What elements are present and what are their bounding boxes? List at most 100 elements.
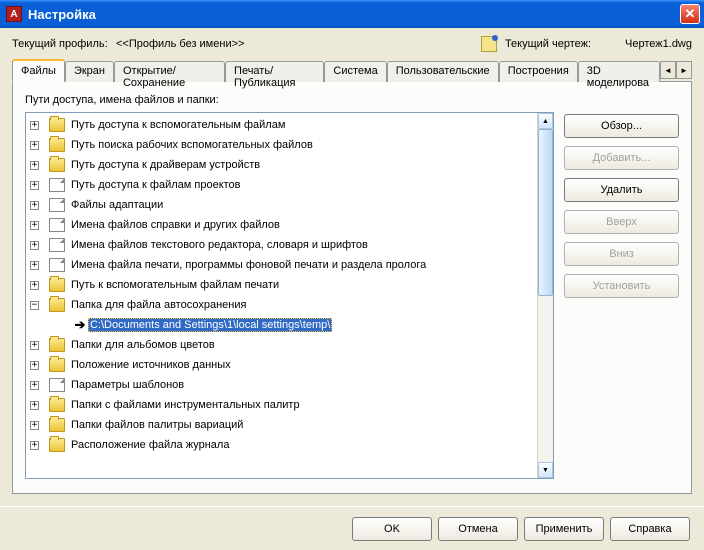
tree-node-label: Путь доступа к вспомогательным файлам: [69, 118, 287, 132]
expand-icon[interactable]: +: [30, 141, 39, 150]
bottom-button-справка[interactable]: Справка: [610, 517, 690, 541]
expand-icon[interactable]: +: [30, 181, 39, 190]
tab-5[interactable]: Пользовательские: [387, 61, 499, 82]
tab-4[interactable]: Система: [324, 61, 386, 82]
tree-node[interactable]: +Папки для альбомов цветов: [26, 335, 537, 355]
collapse-icon[interactable]: −: [30, 301, 39, 310]
scroll-up-icon[interactable]: ▲: [538, 113, 553, 129]
tab-2[interactable]: Открытие/Сохранение: [114, 61, 225, 82]
tree-node[interactable]: +Путь доступа к драйверам устройств: [26, 155, 537, 175]
side-button-0[interactable]: Обзор...: [564, 114, 679, 138]
tree-node-label: Положение источников данных: [69, 358, 233, 372]
expand-icon[interactable]: +: [30, 441, 39, 450]
folder-icon: [49, 138, 65, 152]
tree-node-label: Имена файлов текстового редактора, слова…: [69, 238, 370, 252]
folder-icon: [49, 278, 65, 292]
tree-node[interactable]: + Путь поиска рабочих вспомогательных фай…: [26, 135, 537, 155]
side-buttons: Обзор...Добавить...УдалитьВверхВнизУстан…: [564, 112, 679, 479]
bottom-button-отмена[interactable]: Отмена: [438, 517, 518, 541]
expand-icon[interactable]: +: [30, 241, 39, 250]
tab-0[interactable]: Файлы: [12, 59, 65, 82]
tree-node[interactable]: + Имена файлов справки и других файлов: [26, 215, 537, 235]
window-title: Настройка: [28, 7, 680, 22]
tree-node-label: Параметры шаблонов: [69, 378, 186, 392]
tab-scroll-right-icon[interactable]: ►: [676, 61, 692, 79]
tree[interactable]: +Путь доступа к вспомогательным файлам+П…: [26, 113, 537, 478]
folder-icon: [49, 338, 65, 352]
tree-node-label: Имена файлов справки и других файлов: [69, 218, 282, 232]
dialog-body: Текущий профиль: <<Профиль без имени>> Т…: [0, 28, 704, 506]
folder-icon: [49, 398, 65, 412]
tree-node[interactable]: + Параметры шаблонов: [26, 375, 537, 395]
scroll-thumb[interactable]: [538, 129, 553, 296]
tab-scroll-left-icon[interactable]: ◄: [660, 61, 676, 79]
tab-7[interactable]: 3D моделирова: [578, 61, 660, 82]
tree-node-label: Папки файлов палитры вариаций: [69, 418, 245, 432]
tab-bar: ФайлыЭкранОткрытие/СохранениеПечать/Публ…: [12, 60, 692, 82]
drawing-icon: [481, 36, 497, 52]
expand-icon[interactable]: +: [30, 361, 39, 370]
tree-node[interactable]: + Папки файлов палитры вариаций: [26, 415, 537, 435]
drawing-label: Текущий чертеж:: [505, 38, 591, 50]
tab-6[interactable]: Построения: [499, 61, 578, 82]
side-button-2[interactable]: Удалить: [564, 178, 679, 202]
expand-icon[interactable]: +: [30, 221, 39, 230]
tree-node-label: Путь поиска рабочих вспомогательных файл…: [69, 138, 315, 152]
expand-icon[interactable]: +: [30, 401, 39, 410]
expand-icon[interactable]: +: [30, 121, 39, 130]
tree-node[interactable]: + Имена файлов текстового редактора, слов…: [26, 235, 537, 255]
side-button-3: Вверх: [564, 210, 679, 234]
side-button-4: Вниз: [564, 242, 679, 266]
file-icon: [49, 378, 65, 392]
tree-node-label: Папка для файла автосохранения: [69, 298, 248, 312]
tree-node[interactable]: + Папки с файлами инструментальных палитр: [26, 395, 537, 415]
folder-icon: [49, 158, 65, 172]
tree-node[interactable]: + Положение источников данных: [26, 355, 537, 375]
tree-node-label: Файлы адаптации: [69, 198, 165, 212]
folder-icon: [49, 118, 65, 132]
bottom-button-применить[interactable]: Применить: [524, 517, 604, 541]
tree-scrollbar[interactable]: ▲ ▼: [537, 113, 553, 478]
profile-value: <<Профиль без имени>>: [116, 38, 477, 50]
scroll-track[interactable]: [538, 129, 553, 462]
tree-node-label: Путь к вспомогательным файлам печати: [69, 278, 281, 292]
content-row: +Путь доступа к вспомогательным файлам+П…: [25, 112, 679, 479]
tree-node-label: Папки с файлами инструментальных палитр: [69, 398, 302, 412]
tree-node[interactable]: + Путь доступа к файлам проектов: [26, 175, 537, 195]
profile-label: Текущий профиль:: [12, 38, 112, 50]
tree-node[interactable]: + Файлы адаптации: [26, 195, 537, 215]
tab-panel-files: Пути доступа, имена файлов и папки: +Пут…: [12, 82, 692, 494]
file-icon: [49, 238, 65, 252]
tree-node[interactable]: + Имена файла печати, программы фоновой п…: [26, 255, 537, 275]
expand-icon[interactable]: +: [30, 161, 39, 170]
side-button-5: Установить: [564, 274, 679, 298]
titlebar: A Настройка ✕: [0, 0, 704, 28]
app-icon: A: [6, 6, 22, 22]
tree-node-label: C:\Documents and Settings\1\local settin…: [88, 318, 332, 332]
folder-icon: [49, 418, 65, 432]
tree-node[interactable]: +Расположение файла журнала: [26, 435, 537, 455]
close-icon[interactable]: ✕: [680, 4, 700, 24]
tree-node-label: Путь доступа к файлам проектов: [69, 178, 243, 192]
drawing-value: Чертеж1.dwg: [625, 38, 692, 50]
folder-icon: [49, 298, 65, 312]
tree-node[interactable]: + Путь к вспомогательным файлам печати: [26, 275, 537, 295]
tree-child-path[interactable]: ➔C:\Documents and Settings\1\local setti…: [26, 315, 537, 335]
expand-icon[interactable]: +: [30, 421, 39, 430]
expand-icon[interactable]: +: [30, 201, 39, 210]
tree-node-label: Имена файла печати, программы фоновой пе…: [69, 258, 428, 272]
expand-icon[interactable]: +: [30, 381, 39, 390]
tab-1[interactable]: Экран: [65, 61, 114, 82]
bottom-button-ok[interactable]: OK: [352, 517, 432, 541]
panel-title: Пути доступа, имена файлов и папки:: [25, 94, 679, 106]
folder-icon: [49, 358, 65, 372]
expand-icon[interactable]: +: [30, 261, 39, 270]
tree-node[interactable]: + Путь доступа к вспомогательным файлам: [26, 115, 537, 135]
tab-3[interactable]: Печать/Публикация: [225, 61, 324, 82]
file-icon: [49, 258, 65, 272]
tree-node[interactable]: − Папка для файла автосохранения: [26, 295, 537, 315]
scroll-down-icon[interactable]: ▼: [538, 462, 553, 478]
expand-icon[interactable]: +: [30, 281, 39, 290]
arrow-icon: ➔: [72, 318, 88, 332]
expand-icon[interactable]: +: [30, 341, 39, 350]
